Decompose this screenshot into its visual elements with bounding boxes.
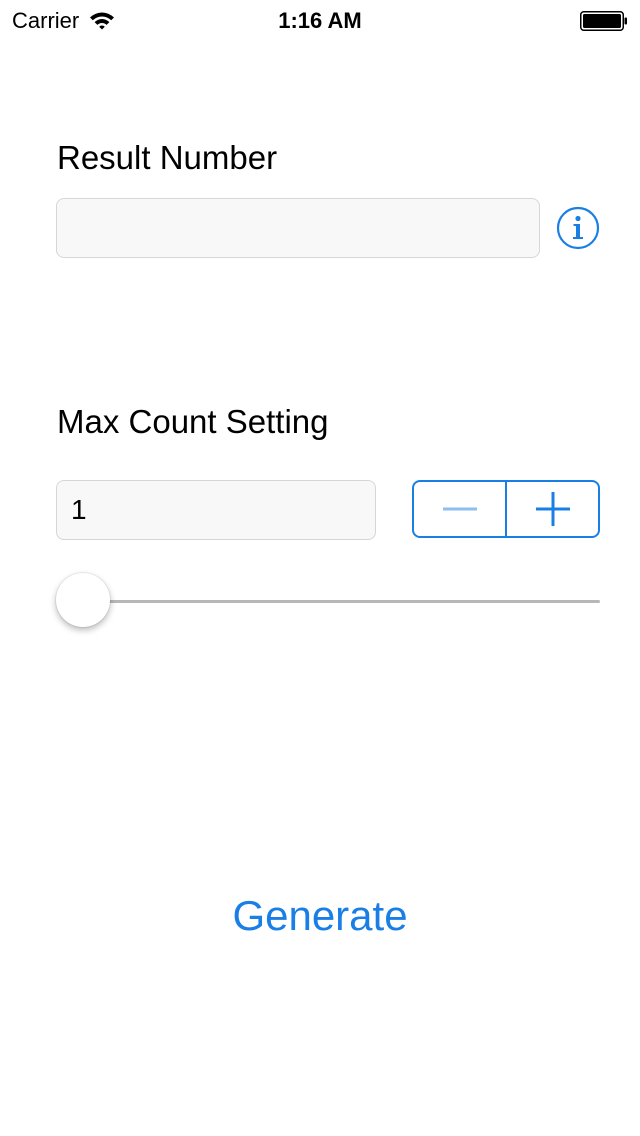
slider-thumb[interactable] (56, 573, 110, 627)
increment-button[interactable] (507, 482, 598, 536)
result-number-label: Result Number (57, 139, 278, 176)
decrement-button[interactable] (414, 482, 505, 536)
max-count-slider[interactable] (56, 572, 600, 630)
generate-button[interactable]: Generate (0, 888, 640, 944)
status-bar: Carrier 1:16 AM (0, 0, 640, 40)
plus-icon (535, 492, 570, 526)
info-icon[interactable] (556, 206, 600, 250)
result-number-field[interactable] (56, 198, 540, 258)
max-count-stepper[interactable] (412, 480, 600, 538)
status-time: 1:16 AM (278, 8, 362, 33)
battery-icon (580, 11, 627, 31)
max-count-field[interactable] (56, 480, 376, 540)
minus-icon (442, 507, 477, 511)
max-count-label: Max Count Setting (57, 403, 329, 440)
slider-track (82, 600, 600, 603)
